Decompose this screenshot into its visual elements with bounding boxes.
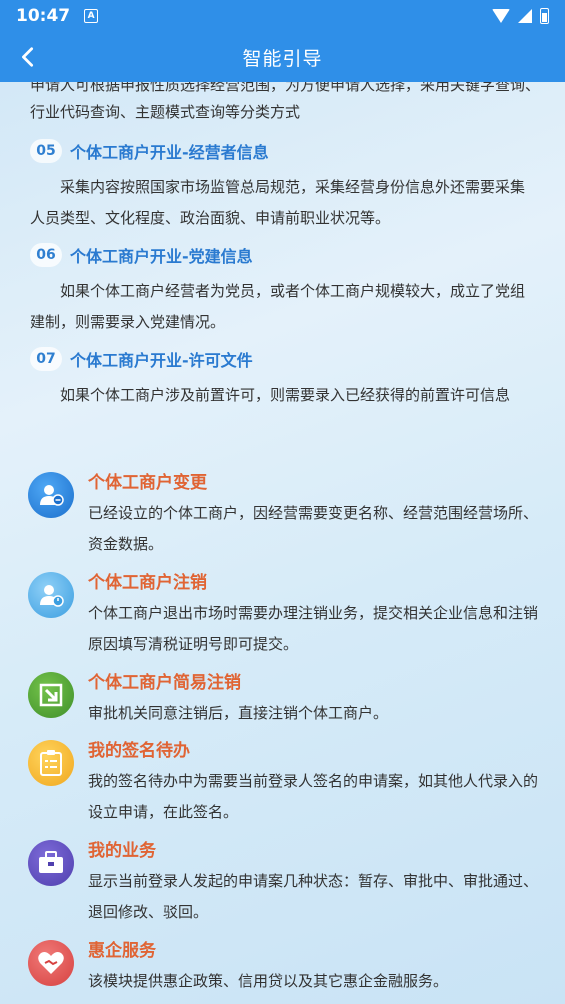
step-title: 个体工商户开业-经营者信息 — [70, 143, 269, 162]
guide-content[interactable]: 申请人可根据申报性质选择经营范围，为方便申请人选择，采用关键字查询、行业代码查询… — [0, 82, 565, 1004]
step-number: 05 — [30, 139, 62, 163]
feature-title: 我的业务 — [88, 841, 156, 861]
feature-title: 我的签名待办 — [88, 741, 190, 761]
feature-my-business[interactable]: 我的业务 显示当前登录人发起的申请案几种状态：暂存、审批中、审批通过、退回修改、… — [28, 838, 538, 928]
step-title: 个体工商户开业-党建信息 — [70, 247, 253, 266]
feature-change[interactable]: 个体工商户变更 已经设立的个体工商户，因经营需要变更名称、经营范围经营场所、资金… — [28, 470, 538, 560]
heart-hand-icon — [28, 940, 74, 986]
feature-description: 审批机关同意注销后，直接注销个体工商户。 — [88, 704, 389, 722]
step-06: 06 个体工商户开业-党建信息 如果个体工商户经营者为党员，或者个体工商户规模较… — [30, 240, 540, 338]
person-power-icon — [28, 572, 74, 618]
feature-title: 个体工商户简易注销 — [88, 673, 241, 693]
feature-signature-todo[interactable]: 我的签名待办 我的签名待办中为需要当前登录人签名的申请案，如其他人代录入的设立申… — [28, 738, 538, 828]
chevron-left-icon — [22, 47, 34, 67]
status-bar: 10:47 A — [0, 0, 565, 32]
status-time: 10:47 — [16, 6, 71, 26]
feature-enterprise-service[interactable]: 惠企服务 该模块提供惠企政策、信用贷以及其它惠企金融服务。 — [28, 938, 538, 997]
feature-title: 个体工商户变更 — [88, 473, 207, 493]
nav-bar: 智能引导 — [0, 32, 565, 82]
notification-icon: A — [84, 9, 99, 23]
feature-title: 个体工商户注销 — [88, 573, 207, 593]
step-title: 个体工商户开业-许可文件 — [70, 351, 253, 370]
step-number: 06 — [30, 243, 62, 267]
step-number: 07 — [30, 347, 62, 371]
exit-arrow-icon — [28, 672, 74, 718]
clipboard-icon — [28, 740, 74, 786]
wifi-icon — [492, 9, 510, 23]
feature-description: 已经设立的个体工商户，因经营需要变更名称、经营范围经营场所、资金数据。 — [88, 504, 539, 553]
feature-title: 惠企服务 — [88, 941, 156, 961]
feature-cancel[interactable]: 个体工商户注销 个体工商户退出市场时需要办理注销业务，提交相关企业信息和注销原因… — [28, 570, 538, 660]
step-description: 如果个体工商户经营者为党员，或者个体工商户规模较大，成立了党组建制，则需要录入党… — [30, 282, 526, 331]
step-07: 07 个体工商户开业-许可文件 如果个体工商户涉及前置许可，则需要录入已经获得的… — [30, 344, 540, 411]
intro-text: 申请人可根据申报性质选择经营范围，为方便申请人选择，采用关键字查询、行业代码查询… — [30, 82, 541, 121]
person-edit-icon — [28, 472, 74, 518]
signal-icon — [518, 9, 532, 23]
feature-simple-cancel[interactable]: 个体工商户简易注销 审批机关同意注销后，直接注销个体工商户。 — [28, 670, 538, 729]
feature-description: 个体工商户退出市场时需要办理注销业务，提交相关企业信息和注销原因填写清税证明号即… — [88, 604, 539, 653]
status-icons — [492, 8, 549, 24]
feature-description: 该模块提供惠企政策、信用贷以及其它惠企金融服务。 — [88, 972, 449, 990]
feature-description: 我的签名待办中为需要当前登录人签名的申请案，如其他人代录入的设立申请，在此签名。 — [88, 772, 539, 821]
feature-description: 显示当前登录人发起的申请案几种状态：暂存、审批中、审批通过、退回修改、驳回。 — [88, 872, 539, 921]
step-description: 采集内容按照国家市场监管总局规范，采集经营身份信息外还需要采集人员类型、文化程度… — [30, 178, 526, 227]
step-description: 如果个体工商户涉及前置许可，则需要录入已经获得的前置许可信息 — [60, 386, 511, 404]
battery-icon — [540, 8, 549, 24]
briefcase-icon — [28, 840, 74, 886]
page-title: 智能引导 — [242, 47, 323, 70]
step-05: 05 个体工商户开业-经营者信息 采集内容按照国家市场监管总局规范，采集经营身份… — [30, 136, 540, 234]
back-button[interactable] — [8, 37, 48, 77]
